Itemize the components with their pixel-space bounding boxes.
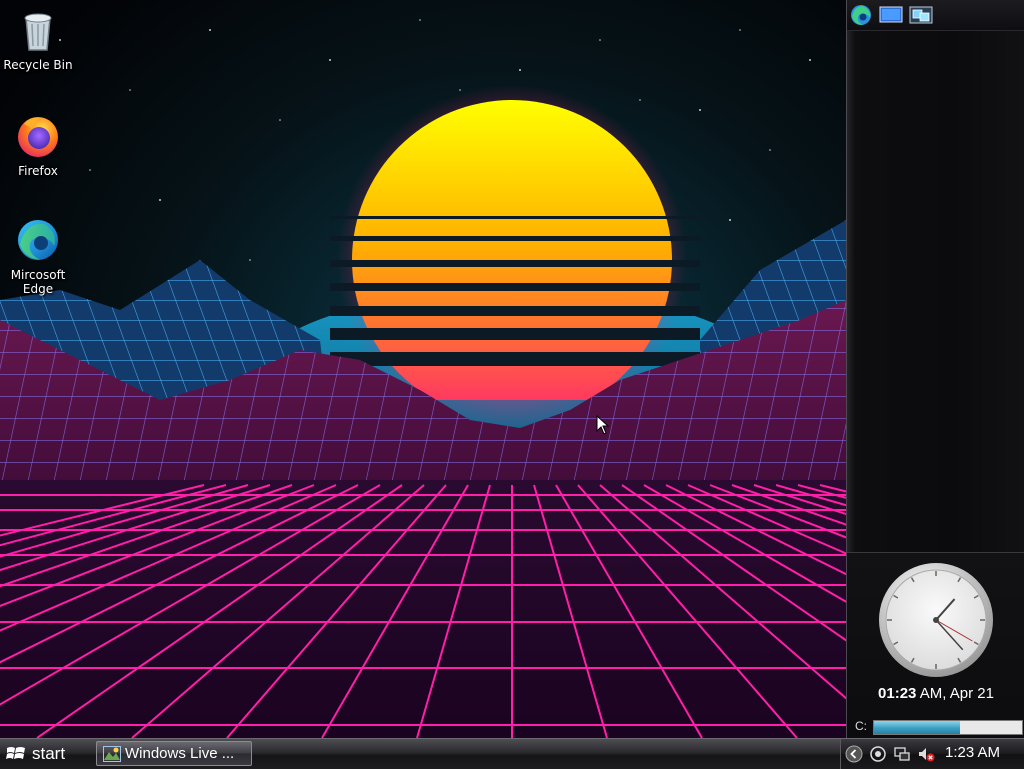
system-tray: 1:23 AM	[840, 739, 1024, 769]
edge-label: Mircosoft Edge	[10, 268, 66, 296]
digital-clock-text: 01:23 AM, Apr 21	[847, 685, 1024, 702]
taskbar-item-label: Windows Live ...	[125, 745, 235, 762]
tray-clock[interactable]: 1:23 AM	[945, 744, 1000, 761]
clock-date: AM, Apr 21	[916, 685, 994, 702]
drive-usage-bar	[873, 720, 1023, 735]
show-desktop-icon[interactable]	[879, 4, 903, 26]
drive-meter-gadget: C:	[855, 719, 1023, 735]
taskbar-item-windows-live[interactable]: Windows Live ...	[96, 741, 252, 766]
sidebar-gadgets: 01:23 AM, Apr 21 C:	[847, 552, 1024, 739]
windows-logo-icon	[6, 747, 25, 759]
desktop-wallpaper	[0, 0, 846, 738]
recycle-bin-desktop-icon[interactable]: Recycle Bin	[0, 6, 76, 72]
edge-icon	[18, 220, 58, 260]
recycle-bin-label: Recycle Bin	[3, 58, 73, 72]
network-connection-icon[interactable]	[893, 745, 911, 763]
drive-label: C:	[855, 719, 867, 733]
drive-usage-fill	[874, 721, 960, 734]
edge-desktop-icon[interactable]: Mircosoft Edge	[0, 216, 76, 296]
windows-sidebar: 01:23 AM, Apr 21 C:	[846, 0, 1024, 739]
start-label: start	[32, 744, 66, 763]
firefox-label: Firefox	[18, 164, 58, 178]
network-icon[interactable]	[869, 745, 887, 763]
recycle-bin-icon	[24, 13, 52, 51]
start-button[interactable]: start	[0, 739, 92, 769]
edge-icon[interactable]	[849, 4, 873, 26]
firefox-desktop-icon[interactable]: Firefox	[0, 112, 76, 178]
firefox-icon	[18, 117, 58, 157]
switch-windows-icon[interactable]	[909, 4, 933, 26]
clock-time: 01:23	[878, 685, 917, 702]
windows-live-icon	[103, 745, 121, 762]
show-hidden-icons-chevron-icon[interactable]	[845, 745, 863, 763]
sidebar-toolbar	[847, 0, 1024, 31]
volume-muted-icon[interactable]	[917, 745, 935, 763]
taskbar: start Windows Live ... 1:23 AM	[0, 738, 1024, 769]
analog-clock-gadget[interactable]	[877, 561, 995, 679]
mouse-cursor-icon	[596, 415, 610, 435]
